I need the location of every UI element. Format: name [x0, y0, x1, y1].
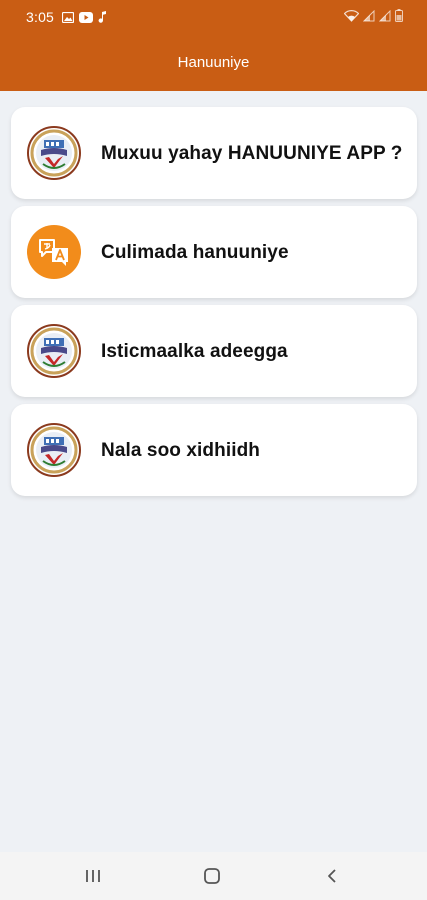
menu-item-label: Nala soo xidhiidh [101, 440, 260, 461]
menu-item-label: Isticmaalka adeegga [101, 341, 288, 362]
app-bar: Hanuuniye [0, 34, 427, 91]
status-time: 3:05 [26, 9, 55, 25]
signal-icon [362, 9, 375, 27]
menu-item-culimada[interactable]: Culimada hanuuniye [11, 206, 417, 298]
status-bar: 3:05 [0, 0, 427, 34]
youtube-icon [79, 10, 93, 28]
signal-icon [378, 9, 391, 27]
hanuuniye-emblem-icon [27, 324, 81, 378]
translate-chat-icon [27, 225, 81, 279]
menu-item-service-usage[interactable]: Isticmaalka adeegga [11, 305, 417, 397]
menu-item-label: Culimada hanuuniye [101, 242, 289, 263]
wifi-icon [343, 9, 360, 27]
page-title: Hanuuniye [177, 54, 250, 71]
battery-icon [395, 9, 403, 27]
hanuuniye-emblem-icon [27, 423, 81, 477]
system-nav-bar [0, 852, 427, 900]
back-icon[interactable] [320, 866, 344, 886]
menu-list: Muxuu yahay HANUUNIYE APP ? Culimada han… [11, 107, 417, 503]
menu-item-contact-us[interactable]: Nala soo xidhiidh [11, 404, 417, 496]
status-right-icons [343, 9, 403, 27]
home-icon[interactable] [200, 866, 224, 886]
menu-item-label: Muxuu yahay HANUUNIYE APP ? [101, 143, 403, 164]
hanuuniye-emblem-icon [27, 126, 81, 180]
gallery-icon [61, 10, 75, 28]
recent-apps-icon[interactable] [81, 866, 105, 886]
menu-item-what-is-hanuuniye[interactable]: Muxuu yahay HANUUNIYE APP ? [11, 107, 417, 199]
status-left-icons [61, 10, 107, 28]
music-note-icon [98, 10, 107, 28]
